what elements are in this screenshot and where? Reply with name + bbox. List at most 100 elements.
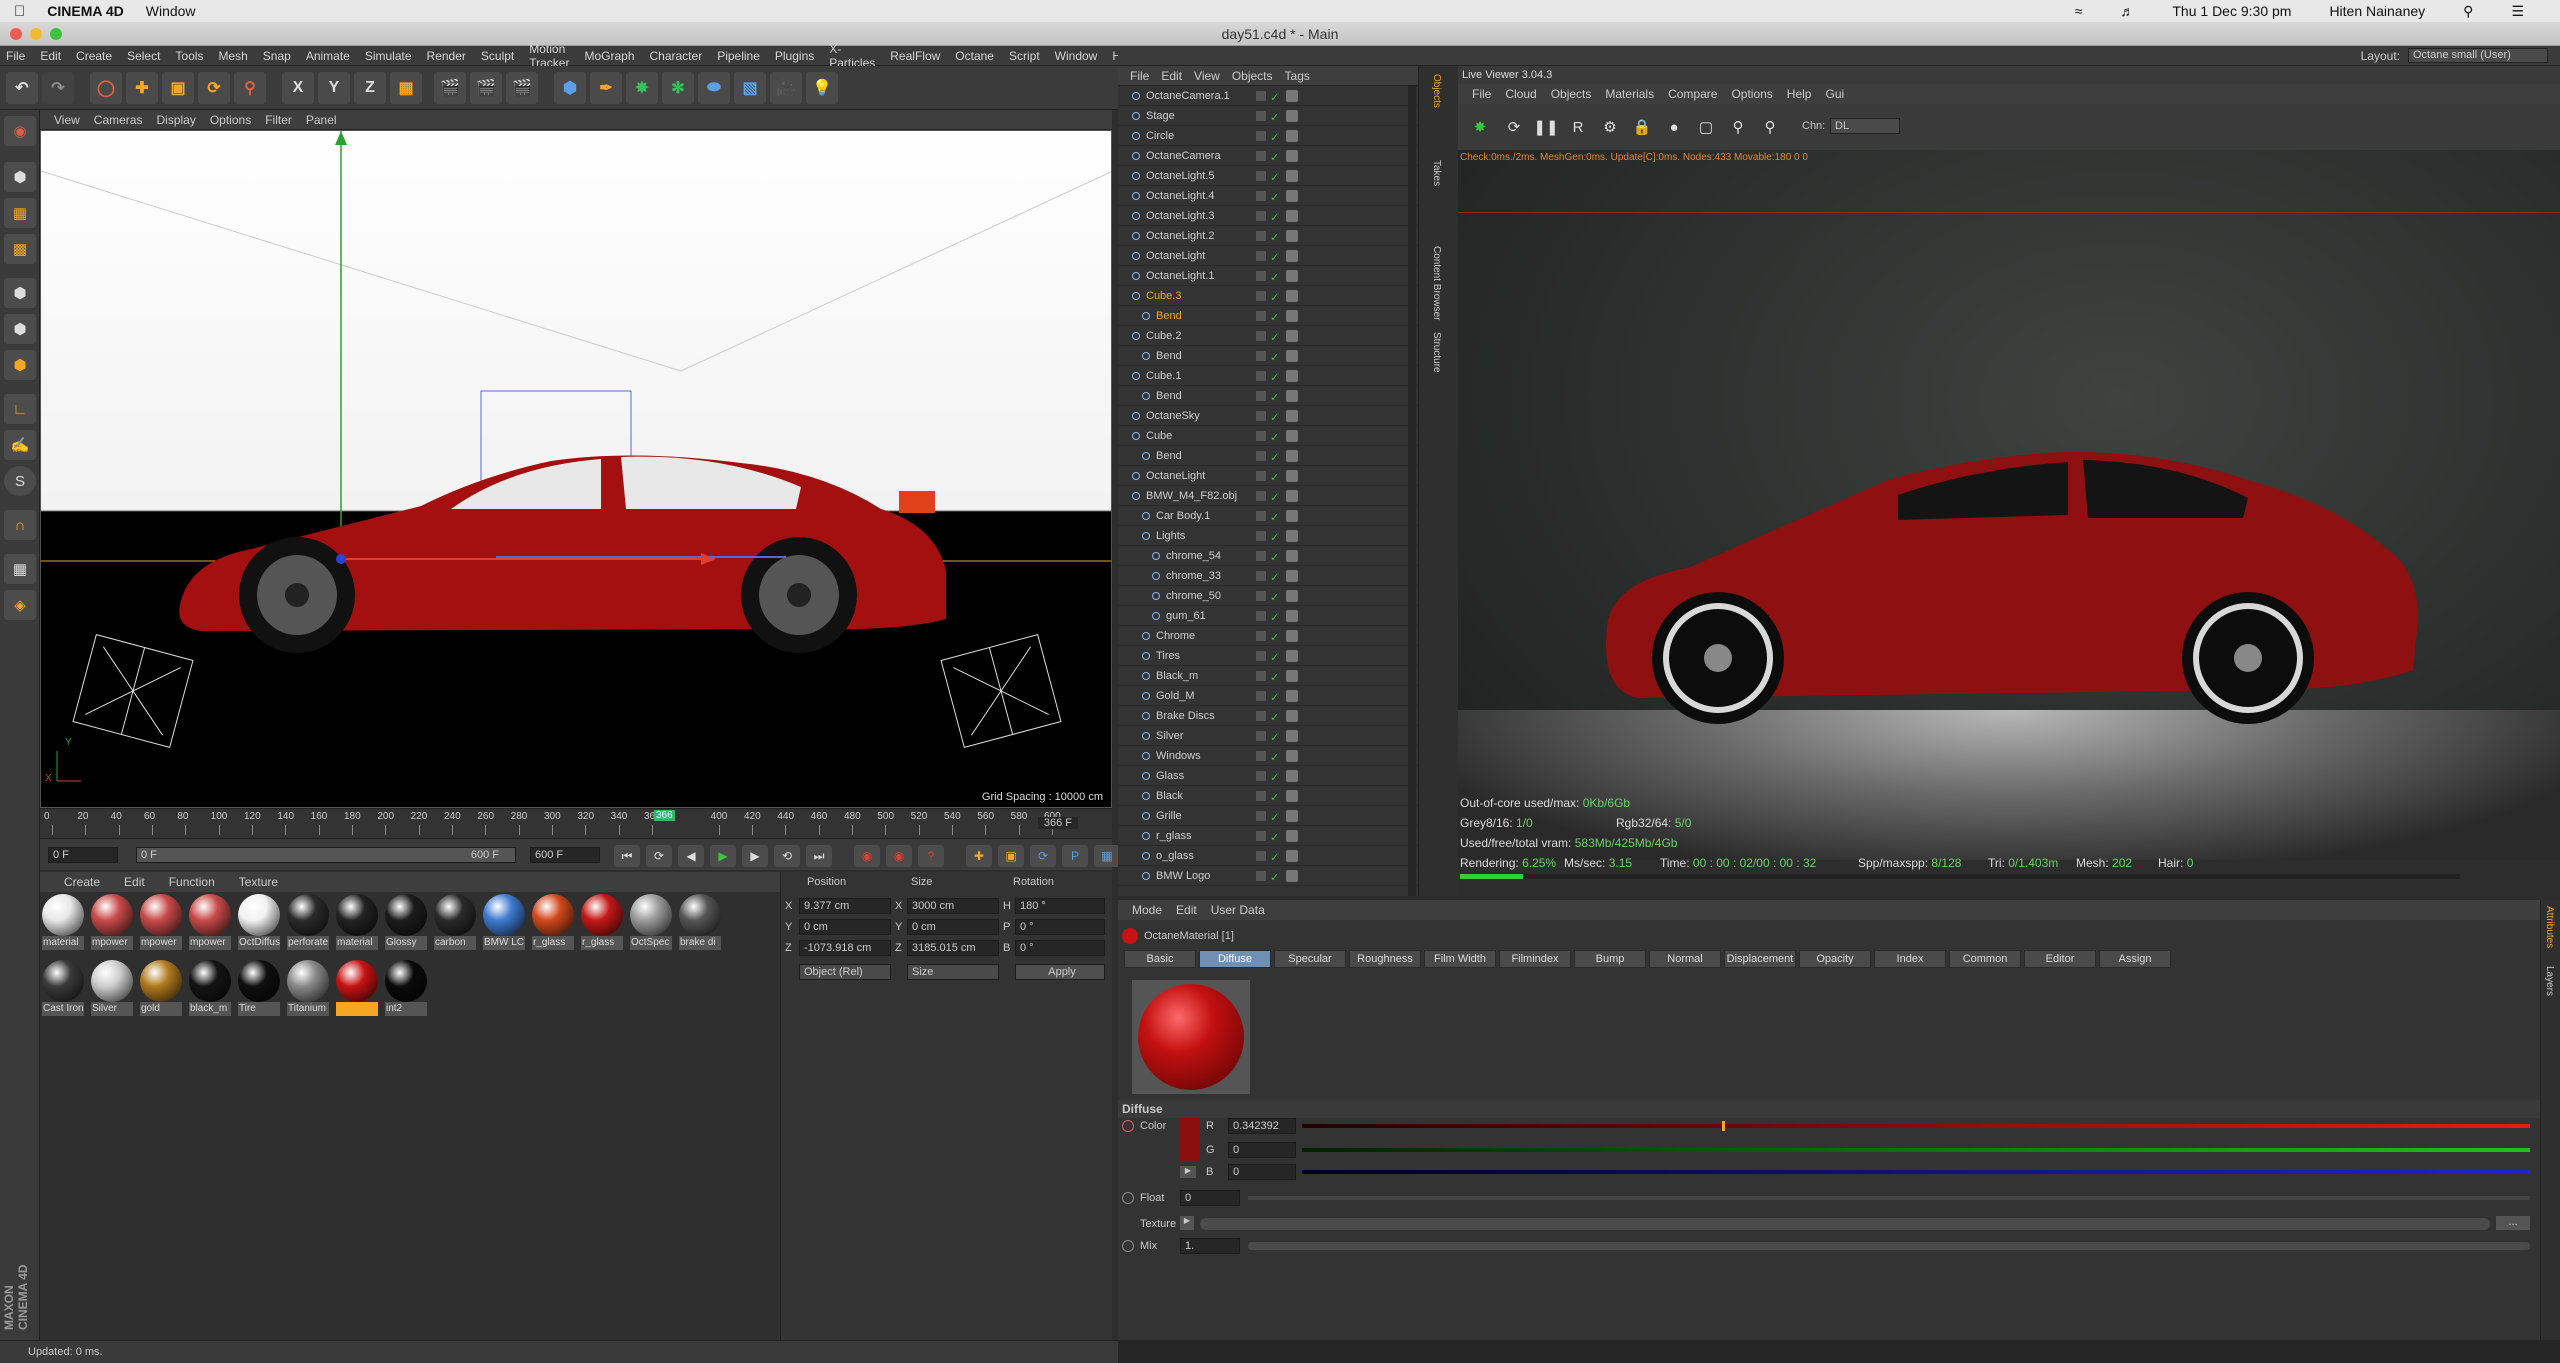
object-tag-icon[interactable] xyxy=(1286,430,1298,442)
visibility-toggle[interactable] xyxy=(1256,771,1266,781)
live-viewer-menu-options[interactable]: Options xyxy=(1731,87,1772,101)
coordinate-system-icon[interactable]: ▦ xyxy=(390,72,422,104)
enable-check-icon[interactable]: ✓ xyxy=(1270,788,1279,808)
material-swatch[interactable]: mpower xyxy=(140,894,182,952)
object-menu-file[interactable]: File xyxy=(1130,69,1149,83)
visibility-toggle[interactable] xyxy=(1256,651,1266,661)
object-row[interactable]: Stage ✓ xyxy=(1118,106,1418,126)
keyframe-selection-icon[interactable]: ? xyxy=(918,845,944,867)
lock-icon[interactable]: 🔒 xyxy=(1626,112,1658,142)
coord-size-field[interactable]: 3000 cm xyxy=(907,898,999,914)
visibility-toggle[interactable] xyxy=(1256,351,1266,361)
light-icon[interactable]: 💡 xyxy=(806,72,838,104)
visibility-toggle[interactable] xyxy=(1256,731,1266,741)
material-swatch[interactable]: r_glass xyxy=(532,894,574,952)
enable-check-icon[interactable]: ✓ xyxy=(1270,268,1279,288)
r-value-field[interactable]: 0.342392 xyxy=(1228,1118,1296,1134)
tab-bump[interactable]: Bump xyxy=(1574,950,1646,968)
axis-y-button[interactable]: Y xyxy=(318,72,350,104)
close-window-icon[interactable] xyxy=(10,28,22,40)
object-tag-icon[interactable] xyxy=(1286,610,1298,622)
mix-animate-icon[interactable] xyxy=(1122,1240,1134,1252)
material-swatch[interactable]: black_m xyxy=(189,960,231,1018)
enable-check-icon[interactable]: ✓ xyxy=(1270,188,1279,208)
material-swatch[interactable]: BMW LC xyxy=(483,894,525,952)
previous-key-icon[interactable]: ⟳ xyxy=(646,845,672,867)
visibility-toggle[interactable] xyxy=(1256,811,1266,821)
channel-select[interactable]: DL xyxy=(1830,118,1900,134)
live-viewer-menu-cloud[interactable]: Cloud xyxy=(1505,87,1536,101)
object-row[interactable]: chrome_50 ✓ xyxy=(1118,586,1418,606)
edges-mode-icon[interactable]: ⬢ xyxy=(4,314,36,344)
object-row[interactable]: Glass ✓ xyxy=(1118,766,1418,786)
r-slider[interactable] xyxy=(1302,1121,2530,1131)
points-mode-icon[interactable]: ⬢ xyxy=(4,278,36,308)
apple-icon[interactable]:  xyxy=(14,3,25,20)
focus-picker-icon[interactable]: ⚲ xyxy=(1722,112,1754,142)
volume-icon[interactable]: ♬ xyxy=(2120,3,2134,19)
object-menu-edit[interactable]: Edit xyxy=(1161,69,1182,83)
render-view-icon[interactable]: 🎬 xyxy=(434,72,466,104)
step-forward-icon[interactable]: ▶ xyxy=(742,845,768,867)
play-icon[interactable]: ▶ xyxy=(710,845,736,867)
subdivision-icon[interactable]: ✸ xyxy=(626,72,658,104)
floor-icon[interactable]: ▧ xyxy=(734,72,766,104)
model-mode-icon[interactable]: ⬢ xyxy=(4,162,36,192)
viewport-menu-filter[interactable]: Filter xyxy=(265,113,292,127)
visibility-toggle[interactable] xyxy=(1256,331,1266,341)
enable-check-icon[interactable]: ✓ xyxy=(1270,448,1279,468)
object-manager-scrollbar[interactable] xyxy=(1408,86,1416,896)
enable-check-icon[interactable]: ✓ xyxy=(1270,668,1279,688)
live-viewer-menu-gui[interactable]: Gui xyxy=(1825,87,1844,101)
object-row[interactable]: OctaneLight ✓ xyxy=(1118,246,1418,266)
visibility-toggle[interactable] xyxy=(1256,391,1266,401)
restart-render-icon[interactable]: ⟳ xyxy=(1498,112,1530,142)
live-viewer-menu-help[interactable]: Help xyxy=(1787,87,1812,101)
menu-mograph[interactable]: MoGraph xyxy=(584,49,634,63)
visibility-toggle[interactable] xyxy=(1256,551,1266,561)
visibility-toggle[interactable] xyxy=(1256,271,1266,281)
side-tab-content-browser[interactable]: Content Browser xyxy=(1431,246,1442,320)
enable-check-icon[interactable]: ✓ xyxy=(1270,88,1279,108)
texture-expand-icon[interactable]: ▶ xyxy=(1180,1216,1194,1230)
tab-specular[interactable]: Specular xyxy=(1274,950,1346,968)
object-tag-icon[interactable] xyxy=(1286,410,1298,422)
visibility-toggle[interactable] xyxy=(1256,471,1266,481)
visibility-toggle[interactable] xyxy=(1256,511,1266,521)
menubar-window[interactable]: Window xyxy=(146,3,196,19)
viewport[interactable]: Y X Grid Spacing : 10000 cm xyxy=(40,130,1112,808)
object-tag-icon[interactable] xyxy=(1286,510,1298,522)
material-swatch[interactable]: OctDiffus xyxy=(238,894,280,952)
object-row[interactable]: Lights ✓ xyxy=(1118,526,1418,546)
go-to-start-icon[interactable]: ⏮ xyxy=(614,845,640,867)
visibility-toggle[interactable] xyxy=(1256,231,1266,241)
material-swatch[interactable]: brake di xyxy=(679,894,721,952)
tab-filmindex[interactable]: Filmindex xyxy=(1499,950,1571,968)
menu-sculpt[interactable]: Sculpt xyxy=(481,49,514,63)
visibility-toggle[interactable] xyxy=(1256,791,1266,801)
object-row[interactable]: Silver ✓ xyxy=(1118,726,1418,746)
enable-check-icon[interactable]: ✓ xyxy=(1270,588,1279,608)
object-tag-icon[interactable] xyxy=(1286,670,1298,682)
object-tag-icon[interactable] xyxy=(1286,330,1298,342)
float-slider[interactable] xyxy=(1248,1196,2530,1200)
coord-size-mode-select[interactable]: Size xyxy=(907,964,999,980)
live-viewer-menu-objects[interactable]: Objects xyxy=(1551,87,1592,101)
object-row[interactable]: Black ✓ xyxy=(1118,786,1418,806)
visibility-toggle[interactable] xyxy=(1256,91,1266,101)
enable-check-icon[interactable]: ✓ xyxy=(1270,648,1279,668)
object-tag-icon[interactable] xyxy=(1286,490,1298,502)
coord-rotation-field[interactable]: 0 ° xyxy=(1015,919,1105,935)
polygons-mode-icon[interactable]: ⬢ xyxy=(4,350,36,380)
visibility-toggle[interactable] xyxy=(1256,171,1266,181)
menu-tools[interactable]: Tools xyxy=(175,49,203,63)
timeline-current-frame[interactable]: 366 xyxy=(654,810,675,821)
coord-position-field[interactable]: -1073.918 cm xyxy=(799,940,891,956)
object-tag-icon[interactable] xyxy=(1286,150,1298,162)
side-tab-structure[interactable]: Structure xyxy=(1431,332,1442,373)
object-row[interactable]: Bend ✓ xyxy=(1118,386,1418,406)
object-row[interactable]: Circle ✓ xyxy=(1118,126,1418,146)
enable-check-icon[interactable]: ✓ xyxy=(1270,708,1279,728)
visibility-toggle[interactable] xyxy=(1256,431,1266,441)
visibility-toggle[interactable] xyxy=(1256,611,1266,621)
